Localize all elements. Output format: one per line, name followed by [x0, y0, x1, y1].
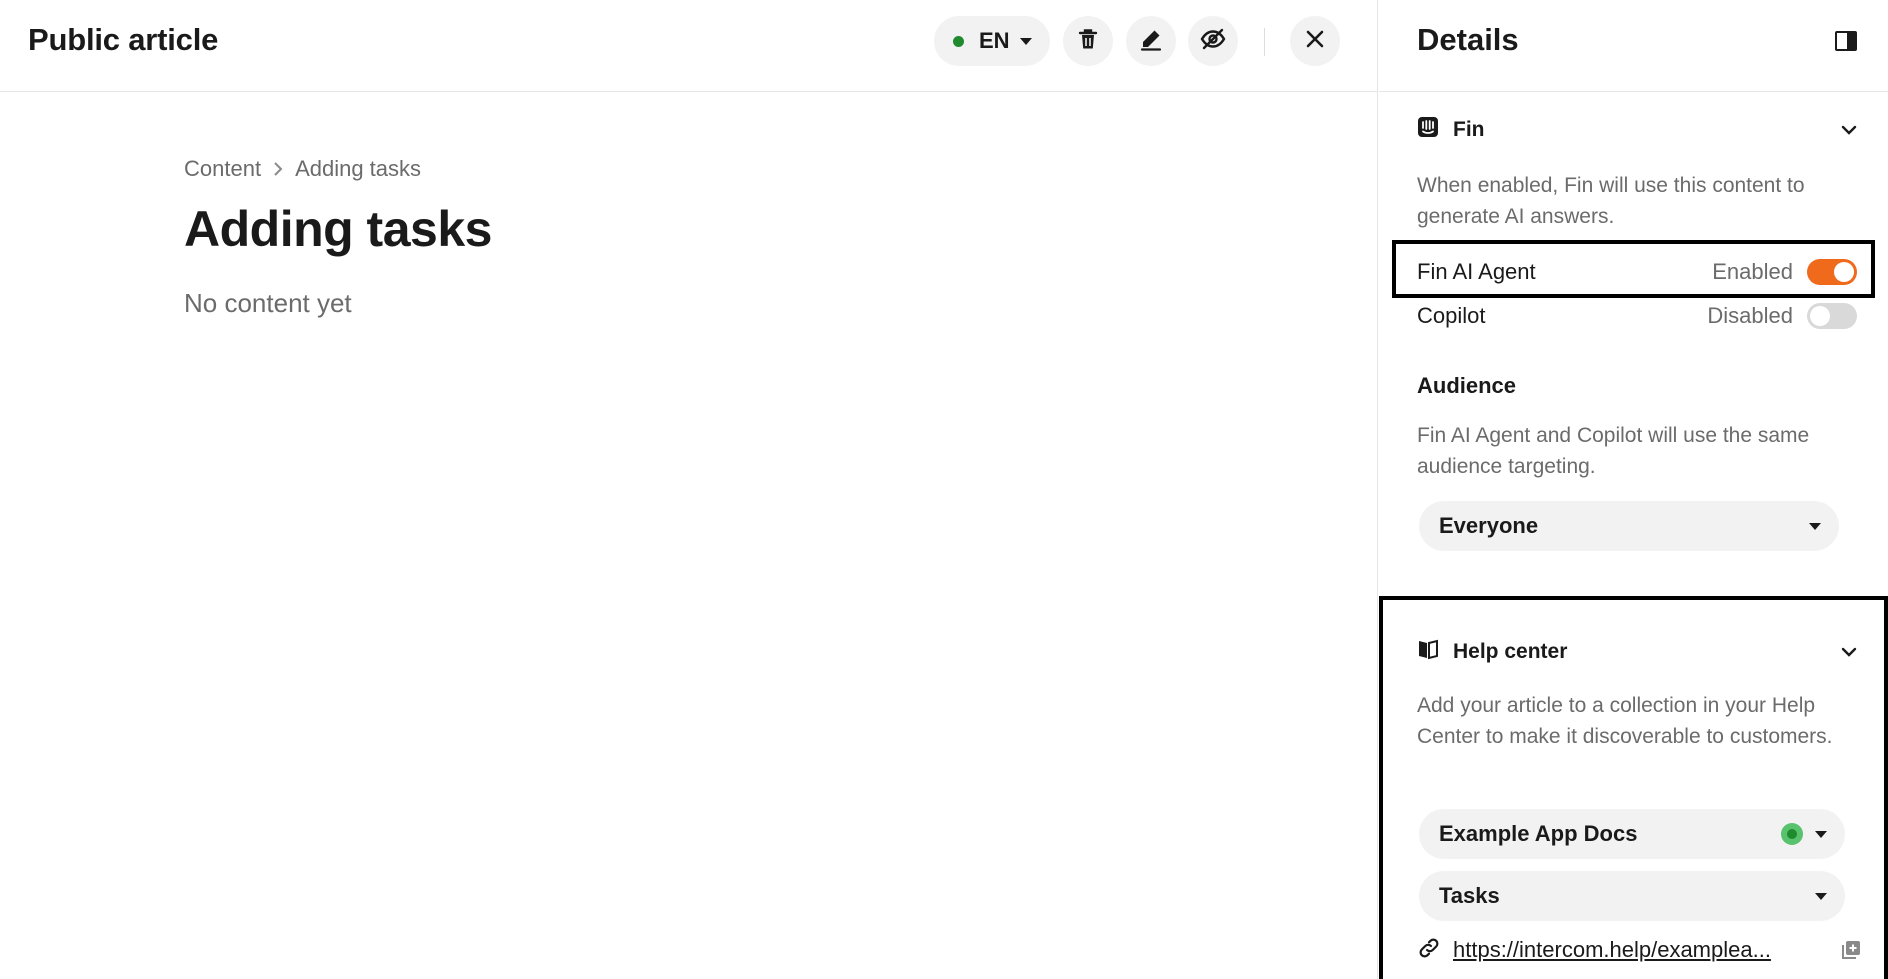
article-content: Content Adding tasks Adding tasks No con…	[184, 156, 492, 319]
help-center-value: Example App Docs	[1439, 821, 1638, 846]
article-editor: Public article EN Content Adding tasks A…	[0, 0, 1378, 979]
toggle-name: Fin AI Agent	[1417, 259, 1536, 284]
language-selector[interactable]: EN	[934, 16, 1050, 66]
fin-ai-agent-toggle[interactable]	[1807, 259, 1857, 285]
copilot-row: Copilot Disabled	[1417, 298, 1857, 334]
help-center-description: Add your article to a collection in your…	[1417, 694, 1833, 748]
unpublish-button[interactable]	[1188, 16, 1238, 66]
caret-down-icon	[1809, 522, 1821, 530]
page-title: Public article	[28, 22, 219, 57]
status-dot-icon	[953, 35, 964, 47]
audience-select[interactable]: Everyone	[1419, 501, 1839, 551]
fin-section-label: Fin	[1453, 117, 1485, 141]
fin-ai-agent-row: Fin AI Agent Enabled	[1417, 254, 1857, 290]
language-label: EN	[979, 28, 1010, 53]
edit-button[interactable]	[1126, 16, 1176, 66]
help-center-select[interactable]: Example App Docs	[1419, 809, 1845, 859]
details-title: Details	[1417, 22, 1519, 57]
close-icon	[1306, 30, 1324, 53]
copilot-toggle[interactable]	[1807, 303, 1857, 329]
article-title[interactable]: Adding tasks	[184, 200, 492, 258]
caret-down-icon	[1019, 37, 1032, 45]
details-panel: Details Fin When enabled, Fin will use t…	[1379, 0, 1888, 979]
copy-icon[interactable]	[1839, 938, 1863, 962]
fin-section-header[interactable]: Fin	[1417, 116, 1857, 143]
link-icon	[1417, 936, 1441, 965]
caret-down-icon	[1815, 892, 1827, 900]
sidebar-toggle-icon[interactable]	[1835, 31, 1857, 51]
trash-icon	[1077, 27, 1099, 56]
help-center-label: Help center	[1453, 639, 1568, 663]
fin-icon	[1417, 116, 1439, 143]
audience-label: Audience	[1417, 373, 1517, 398]
pencil-icon	[1139, 27, 1163, 56]
toggle-state: Enabled	[1712, 259, 1793, 284]
delete-button[interactable]	[1063, 16, 1113, 66]
collection-select[interactable]: Tasks	[1419, 871, 1845, 921]
breadcrumb-item-content[interactable]: Content	[184, 156, 261, 182]
chevron-right-icon	[273, 162, 283, 176]
collection-value: Tasks	[1439, 883, 1500, 908]
article-header: Public article EN	[0, 0, 1378, 92]
article-body-placeholder[interactable]: No content yet	[184, 288, 492, 319]
audience-value: Everyone	[1439, 513, 1539, 538]
caret-down-icon	[1815, 830, 1827, 838]
breadcrumb-item-current: Adding tasks	[295, 156, 422, 181]
breadcrumb: Content Adding tasks	[184, 156, 492, 182]
toggle-name: Copilot	[1417, 303, 1486, 328]
article-url-row: https://intercom.help/examplea...	[1417, 934, 1863, 966]
details-header: Details	[1379, 0, 1888, 92]
close-button[interactable]	[1290, 16, 1340, 66]
audience-description: Fin AI Agent and Copilot will use the sa…	[1417, 424, 1810, 478]
toggle-state: Disabled	[1707, 303, 1793, 328]
book-icon	[1417, 638, 1439, 665]
chevron-down-icon	[1841, 647, 1857, 657]
eye-off-icon	[1200, 28, 1226, 55]
chevron-down-icon	[1841, 125, 1857, 135]
header-divider	[1264, 28, 1265, 56]
help-center-section-header[interactable]: Help center	[1417, 638, 1857, 665]
fin-description: When enabled, Fin will use this content …	[1417, 174, 1805, 228]
published-status-icon	[1781, 823, 1803, 845]
article-url-link[interactable]: https://intercom.help/examplea...	[1453, 937, 1771, 963]
